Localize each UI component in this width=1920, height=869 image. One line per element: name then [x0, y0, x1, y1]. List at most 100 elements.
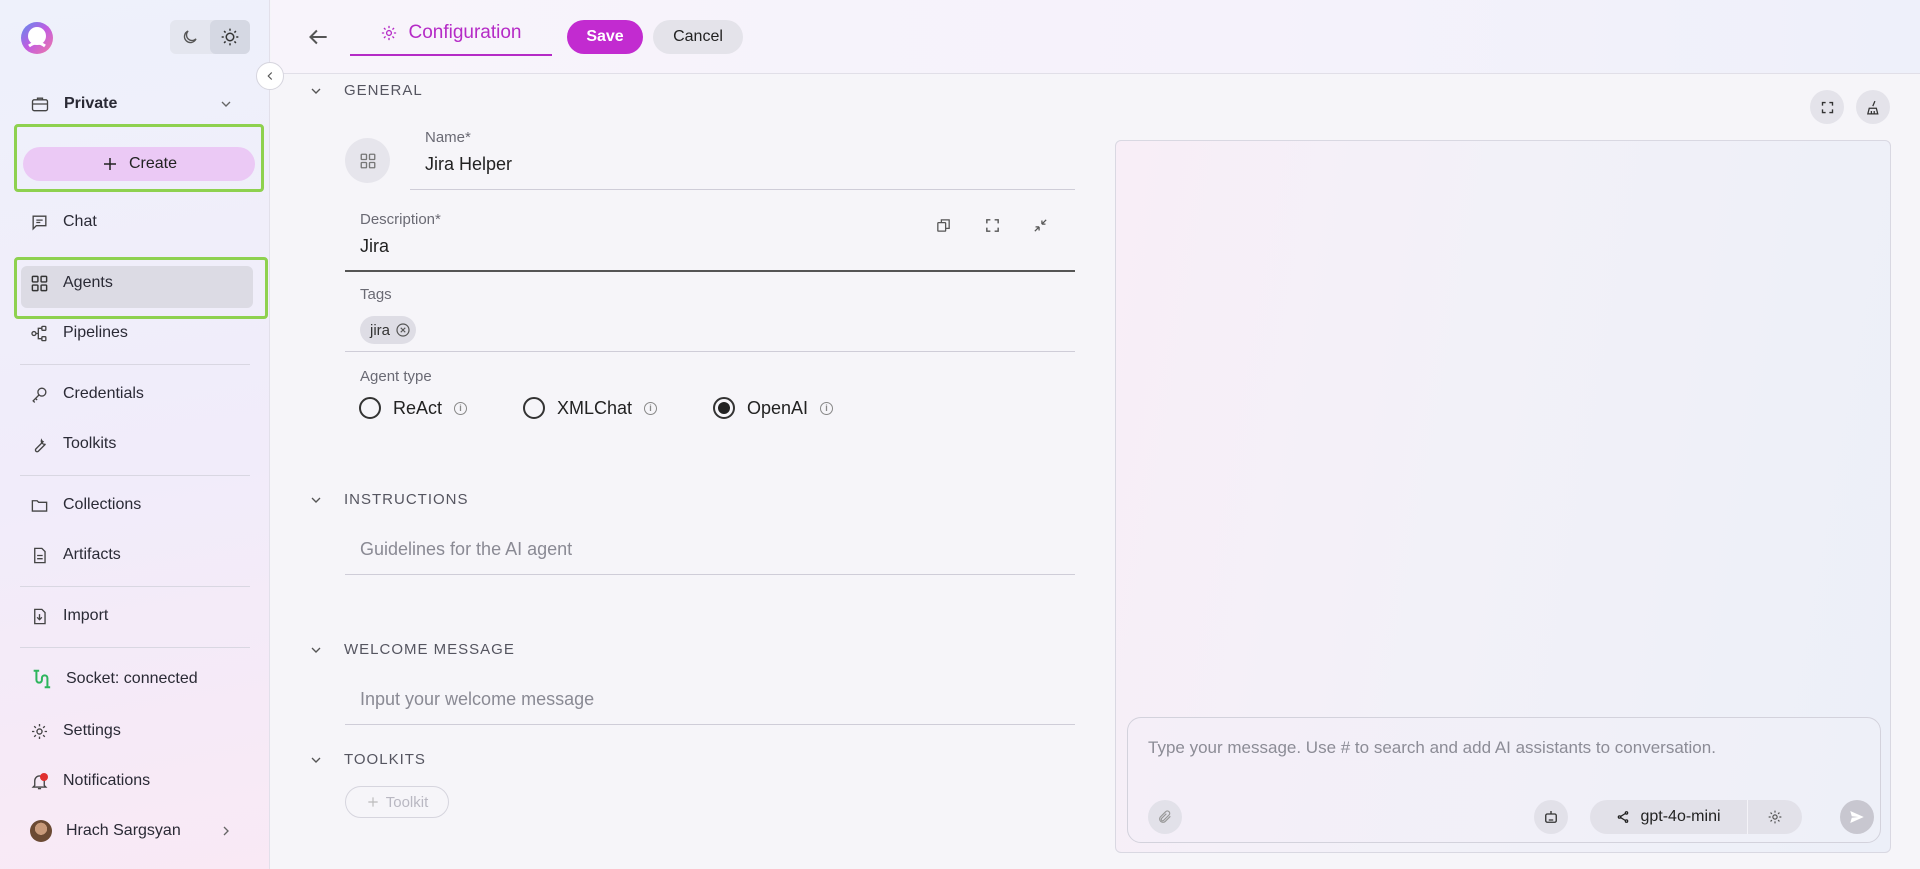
info-icon[interactable]: i — [820, 401, 834, 415]
sidebar-item-label: Import — [63, 607, 109, 624]
info-icon[interactable]: i — [454, 401, 468, 415]
divider — [20, 364, 250, 365]
chevron-right-icon — [223, 826, 229, 836]
divider — [20, 586, 250, 587]
fullscreen-chat-button[interactable] — [1810, 90, 1844, 124]
save-button[interactable]: Save — [567, 20, 643, 54]
light-mode-button[interactable] — [210, 20, 250, 54]
gear-icon — [31, 723, 48, 739]
add-toolkit-button[interactable]: Toolkit — [345, 786, 449, 818]
sidebar-item-label: Artifacts — [63, 546, 121, 563]
collapse-field-button[interactable] — [1027, 212, 1053, 238]
clear-chat-button[interactable] — [1856, 90, 1890, 124]
section-toolkits-header[interactable]: TOOLKITS — [308, 751, 426, 768]
copy-button[interactable] — [930, 212, 956, 238]
document-icon — [34, 547, 46, 563]
chat-input[interactable]: Type your message. Use # to search and a… — [1148, 738, 1716, 758]
sidebar-item-chat[interactable]: Chat — [20, 202, 250, 242]
send-button[interactable] — [1840, 800, 1874, 834]
tags-label: Tags — [360, 286, 392, 303]
chat-icon — [32, 214, 47, 230]
arrow-left-icon[interactable] — [305, 24, 331, 50]
attach-button[interactable] — [1148, 800, 1182, 834]
workspace-name: Private — [64, 95, 118, 112]
agent-type-label: Agent type — [360, 368, 432, 385]
fullscreen-button[interactable] — [979, 212, 1005, 238]
info-icon[interactable]: i — [644, 401, 658, 415]
sidebar-item-pipelines[interactable]: Pipelines — [20, 313, 250, 353]
robot-icon — [1545, 811, 1557, 823]
expand-icon — [1821, 101, 1833, 113]
description-field[interactable]: Jira — [360, 236, 389, 257]
import-icon — [34, 608, 46, 624]
name-field[interactable]: Jira Helper — [425, 154, 512, 175]
sidebar-item-credentials[interactable]: Credentials — [20, 374, 250, 414]
sidebar-item-label: Credentials — [63, 385, 144, 402]
cancel-button[interactable]: Cancel — [653, 20, 743, 54]
section-title: GENERAL — [344, 82, 423, 99]
sidebar-item-label: Notifications — [63, 772, 151, 789]
socket-icon — [33, 669, 51, 689]
model-settings-button[interactable] — [1748, 809, 1802, 825]
tab-label: Configuration — [408, 22, 522, 43]
radio-react[interactable]: ReAct i — [359, 397, 468, 419]
radio-label: ReAct — [393, 397, 443, 418]
sidebar-item-artifacts[interactable]: Artifacts — [20, 535, 250, 575]
tag-chip[interactable]: jira — [360, 316, 417, 344]
sidebar-item-label: Agents — [63, 274, 113, 291]
section-welcome-header[interactable]: WELCOME MESSAGE — [308, 641, 515, 658]
logo-icon[interactable] — [19, 20, 55, 56]
chevron-down-icon — [311, 88, 321, 94]
tab-configuration[interactable]: Configuration — [350, 12, 552, 56]
user-menu[interactable]: Hrach Sargsyan — [20, 811, 250, 851]
agent-icon-picker[interactable] — [345, 138, 390, 183]
divider — [20, 647, 250, 648]
sidebar-item-notifications[interactable]: Notifications — [20, 761, 250, 801]
sidebar-item-settings[interactable]: Settings — [20, 711, 250, 751]
sun-icon — [221, 28, 239, 46]
copy-icon — [936, 218, 950, 232]
theme-toggle[interactable] — [170, 20, 250, 54]
name-label: Name* — [425, 129, 471, 146]
wrench-icon — [34, 437, 46, 452]
create-button[interactable]: Create — [23, 147, 255, 181]
section-instructions-header[interactable]: INSTRUCTIONS — [308, 491, 469, 508]
instructions-underline — [345, 574, 1075, 575]
section-general-header[interactable]: GENERAL — [308, 82, 423, 99]
toolkit-button-label: Toolkit — [385, 793, 429, 811]
tag-label: jira — [370, 321, 391, 339]
collapse-sidebar-button[interactable] — [256, 62, 284, 90]
sidebar-item-label: Toolkits — [63, 435, 117, 452]
model-selector[interactable]: gpt-4o-mini — [1590, 800, 1802, 834]
moon-icon — [183, 30, 197, 44]
sidebar-item-label: Pipelines — [63, 324, 128, 341]
instructions-input[interactable]: Guidelines for the AI agent — [360, 539, 572, 560]
radio-openai[interactable]: OpenAI i — [713, 397, 834, 419]
radio-circle-selected — [713, 397, 735, 419]
chat-input-box[interactable]: Type your message. Use # to search and a… — [1127, 717, 1881, 843]
section-title: WELCOME MESSAGE — [344, 641, 515, 658]
sidebar-item-collections[interactable]: Collections — [20, 485, 250, 525]
workspace-selector[interactable]: Private — [20, 84, 250, 124]
expand-icon — [985, 218, 999, 232]
radio-xmlchat[interactable]: XMLChat i — [523, 397, 658, 419]
chevron-left-icon — [267, 72, 273, 80]
sidebar-item-label: Collections — [63, 496, 142, 513]
dark-mode-button[interactable] — [170, 20, 210, 54]
sidebar-item-toolkits[interactable]: Toolkits — [20, 424, 250, 464]
assistant-button[interactable] — [1534, 800, 1568, 834]
tags-underline — [345, 351, 1075, 352]
sidebar-item-import[interactable]: Import — [20, 596, 250, 636]
sidebar-item-agents[interactable]: Agents — [20, 263, 250, 303]
welcome-input[interactable]: Input your welcome message — [360, 689, 594, 710]
close-circle-icon[interactable] — [394, 321, 412, 339]
briefcase-icon — [31, 97, 49, 112]
chevron-down-icon — [311, 757, 321, 763]
plus-icon — [103, 158, 116, 170]
model-select[interactable]: gpt-4o-mini — [1590, 800, 1748, 834]
radio-circle — [523, 397, 545, 419]
broom-icon — [1866, 100, 1879, 115]
avatar — [30, 820, 52, 842]
gear-icon — [1768, 810, 1782, 824]
top-bar: Configuration Save Cancel — [271, 0, 1920, 74]
